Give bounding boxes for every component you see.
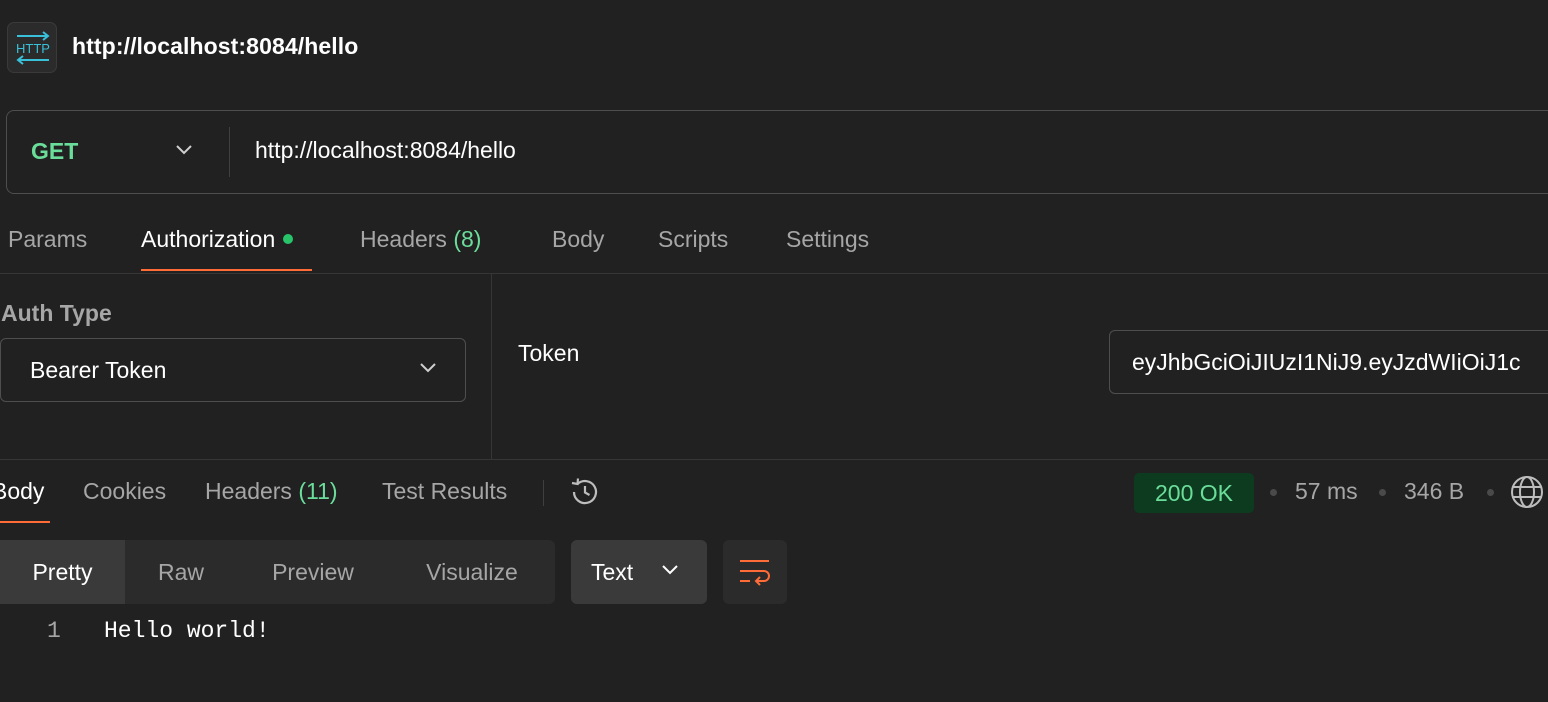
chevron-down-icon (420, 363, 436, 373)
auth-active-dot (283, 233, 294, 244)
url-bar: GET http://localhost:8084/hello (6, 110, 1548, 194)
tab-settings-label: Settings (786, 226, 870, 252)
response-active-tab-indicator (0, 521, 50, 523)
svg-text:HTTP: HTTP (16, 41, 50, 56)
tab-authorization-label: Authorization (141, 226, 276, 252)
view-visualize-button[interactable]: Visualize (389, 540, 555, 604)
view-mode-toggle: Pretty Raw Preview Visualize (0, 540, 555, 604)
format-select[interactable]: Text (571, 540, 707, 604)
http-icon: HTTP (7, 22, 57, 73)
chevron-down-icon (662, 565, 678, 575)
line-content[interactable]: Hello world! (104, 618, 270, 644)
method-select[interactable]: GET (7, 111, 229, 192)
tab-body-label: Body (552, 226, 605, 252)
method-divider (229, 127, 230, 177)
auth-panel: Auth Type Bearer Token Token eyJhbGciOiJ… (0, 274, 1548, 460)
format-label: Text (591, 559, 634, 585)
response-size[interactable]: 346 B (1404, 478, 1464, 505)
view-pretty-button[interactable]: Pretty (0, 540, 125, 604)
tab-scripts[interactable]: Scripts (658, 226, 728, 253)
tab-params[interactable]: Params (8, 226, 87, 253)
response-body-line: 1 Hello world! (0, 616, 1548, 648)
history-icon[interactable] (568, 475, 602, 509)
auth-type-value: Bearer Token (30, 357, 167, 383)
chevron-down-icon (176, 145, 192, 155)
tab-authorization[interactable]: Authorization (141, 226, 294, 253)
tab-body[interactable]: Body (552, 226, 604, 253)
line-number: 1 (47, 618, 61, 644)
status-badge[interactable]: 200 OK (1134, 473, 1254, 513)
auth-type-select[interactable]: Bearer Token (0, 338, 466, 402)
request-title-bar: HTTP http://localhost:8084/hello (0, 0, 1548, 96)
view-raw-button[interactable]: Raw (125, 540, 237, 604)
tab-headers[interactable]: Headers (8) (360, 226, 481, 253)
tab-headers-count: (8) (453, 226, 482, 252)
token-value: eyJhbGciOiJIUzI1NiJ9.eyJzdWIiOiJ1c (1132, 349, 1521, 375)
response-tab-headers[interactable]: Headers (11) (205, 478, 338, 505)
auth-type-label: Auth Type (1, 300, 112, 326)
wrap-lines-button[interactable] (723, 540, 787, 604)
token-label: Token (518, 340, 580, 366)
active-tab-indicator (141, 269, 312, 271)
tab-params-label: Params (8, 226, 88, 252)
globe-icon[interactable] (1509, 474, 1545, 510)
response-tab-test-results[interactable]: Test Results (382, 478, 507, 505)
request-title[interactable]: http://localhost:8084/hello (72, 33, 358, 60)
view-preview-button[interactable]: Preview (237, 540, 389, 604)
response-tab-divider (543, 480, 544, 506)
auth-divider (491, 274, 492, 460)
response-tab-cookies[interactable]: Cookies (83, 478, 166, 505)
response-tabs: Body Cookies Headers (11) Test Results 2… (0, 460, 1548, 526)
response-tab-body-label: Body (0, 478, 45, 504)
token-input[interactable]: eyJhbGciOiJIUzI1NiJ9.eyJzdWIiOiJ1c (1109, 330, 1548, 394)
response-tab-test-results-label: Test Results (382, 478, 508, 504)
response-tab-body[interactable]: Body (0, 478, 44, 505)
wrap-lines-icon (740, 560, 770, 586)
meta-separator (1270, 489, 1277, 496)
tab-headers-label: Headers (360, 226, 447, 252)
response-tab-cookies-label: Cookies (83, 478, 167, 504)
request-tabs: Params Authorization Headers (8) Body Sc… (0, 212, 1548, 274)
meta-separator (1487, 489, 1494, 496)
response-tab-headers-count: (11) (298, 478, 338, 504)
response-time[interactable]: 57 ms (1295, 478, 1358, 505)
url-input[interactable]: http://localhost:8084/hello (255, 137, 516, 164)
method-label: GET (31, 138, 79, 164)
tab-settings[interactable]: Settings (786, 226, 869, 253)
response-tab-headers-label: Headers (205, 478, 292, 504)
tab-scripts-label: Scripts (658, 226, 729, 252)
meta-separator (1379, 489, 1386, 496)
